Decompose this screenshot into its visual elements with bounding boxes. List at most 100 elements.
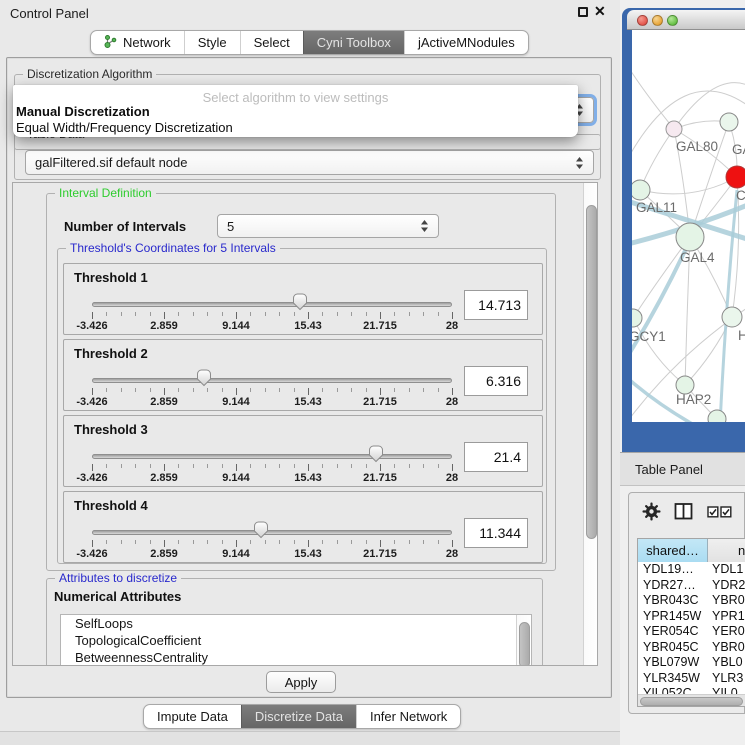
table-horizontal-scrollbar[interactable] <box>638 694 745 706</box>
table-row[interactable]: YDR27…YDR2 <box>638 578 745 594</box>
table-column-header-1[interactable]: shared… <box>638 539 708 562</box>
network-node-GAL80[interactable] <box>666 121 682 137</box>
attributes-group: Attributes to discretize Numerical Attri… <box>46 578 543 666</box>
gear-icon[interactable] <box>642 502 661 526</box>
attribute-item[interactable]: BetweennessCentrality <box>61 649 531 666</box>
tick-mark <box>351 388 352 392</box>
popup-option-manual-discretization[interactable]: Manual Discretization <box>16 104 150 119</box>
attribute-item[interactable]: SelfLoops <box>61 615 531 632</box>
settings-scroll-area: Interval Definition Number of Intervals … <box>12 182 598 666</box>
tick-label: -3.426 <box>76 548 107 560</box>
threshold-slider-handle[interactable] <box>253 521 269 539</box>
tick-mark <box>164 388 165 395</box>
network-node-label: GA <box>732 142 745 157</box>
close-light[interactable] <box>637 15 648 26</box>
tick-mark <box>409 388 410 392</box>
threshold-value-field[interactable]: 11.344 <box>464 518 528 548</box>
apply-button[interactable]: Apply <box>266 671 336 693</box>
network-node-H[interactable] <box>722 307 742 327</box>
table-row[interactable]: YLR345WYLR3 <box>638 671 745 687</box>
network-edge <box>640 177 737 194</box>
threshold-slider-track[interactable] <box>92 302 452 307</box>
attributes-scrollbar[interactable] <box>516 615 531 666</box>
checkbox-icon[interactable] <box>707 505 719 523</box>
table-cell: YBL0 <box>708 655 745 671</box>
tick-label: 28 <box>446 396 458 408</box>
threshold-slider-handle[interactable] <box>368 445 384 463</box>
tick-mark <box>423 388 424 392</box>
tick-mark <box>423 464 424 468</box>
popup-option-equal-width-frequency[interactable]: Equal Width/Frequency Discretization <box>16 120 233 135</box>
tab-discretize-data[interactable]: Discretize Data <box>241 705 356 728</box>
tab-style[interactable]: Style <box>184 31 240 54</box>
network-node-GA[interactable] <box>720 113 738 131</box>
tick-mark <box>150 464 151 468</box>
threshold-slider-handle[interactable] <box>196 369 212 387</box>
slider-ticks: -3.4262.8599.14415.4321.71528 <box>92 540 452 548</box>
float-window-icon[interactable] <box>578 7 588 17</box>
table-horizontal-scrollbar-thumb[interactable] <box>640 697 743 706</box>
threshold-value-field[interactable]: 6.316 <box>464 366 528 396</box>
threshold-slider-track[interactable] <box>92 530 452 535</box>
network-canvas[interactable]: GAL80GACGAL11GAL4GCY1HHAP2 <box>632 30 745 422</box>
tab-jactivemnodules[interactable]: jActiveMNodules <box>404 31 528 54</box>
tab-network[interactable]: Network <box>91 31 184 54</box>
numerical-attributes-list[interactable]: SelfLoopsTopologicalCoefficientBetweenne… <box>60 614 532 666</box>
tab-cyni-toolbox[interactable]: Cyni Toolbox <box>303 31 404 54</box>
network-node-partial[interactable] <box>708 410 726 422</box>
threshold-slider-handle[interactable] <box>292 293 308 311</box>
table-row[interactable]: YPR145WYPR1 <box>638 609 745 625</box>
network-node-label: HAP2 <box>676 392 711 407</box>
network-node-GAL11[interactable] <box>632 180 650 200</box>
network-edge-thick <box>720 190 737 422</box>
tick-mark <box>106 540 107 544</box>
tick-mark <box>351 464 352 468</box>
tick-mark <box>265 312 266 316</box>
attribute-item[interactable]: TopologicalCoefficient <box>61 632 531 649</box>
tick-mark <box>135 312 136 316</box>
network-node-GCY1[interactable] <box>632 309 642 327</box>
table-data-combobox[interactable]: galFiltered.sif default node <box>25 150 594 175</box>
table-row[interactable]: YER054CYER0 <box>638 624 745 640</box>
network-node-C[interactable] <box>726 166 745 188</box>
close-icon[interactable]: ✕ <box>594 3 606 20</box>
threshold-slider-track[interactable] <box>92 454 452 459</box>
tick-mark <box>394 312 395 316</box>
minimize-light[interactable] <box>652 15 663 26</box>
columns-icon[interactable] <box>674 502 693 526</box>
tab-select[interactable]: Select <box>240 31 303 54</box>
table-row[interactable]: YDL19…YDL1 <box>638 562 745 578</box>
table-header-row: shared…name <box>638 539 745 562</box>
table-column-header-2[interactable]: name <box>708 539 745 562</box>
network-node-label: GAL4 <box>680 250 715 265</box>
node-attribute-table[interactable]: shared…name YDL19…YDL1YDR27…YDR2YBR043CY… <box>637 538 745 707</box>
tab-infer-network[interactable]: Infer Network <box>356 705 460 728</box>
tick-mark <box>423 540 424 544</box>
network-node-GAL4[interactable] <box>676 223 704 251</box>
settings-scrollbar[interactable] <box>583 183 598 666</box>
number-of-intervals-spinner[interactable]: 5 <box>217 214 439 238</box>
threshold-slider-track[interactable] <box>92 378 452 383</box>
threshold-value-field[interactable]: 14.713 <box>464 290 528 320</box>
table-row[interactable]: YBR045CYBR0 <box>638 640 745 656</box>
tick-label: 28 <box>446 548 458 560</box>
threshold-box-1: Threshold 1-3.4262.8599.14415.4321.71528… <box>63 263 543 335</box>
network-node-label: GAL11 <box>636 200 677 215</box>
settings-scrollbar-thumb[interactable] <box>586 205 597 539</box>
tick-mark <box>193 540 194 544</box>
attributes-scrollbar-thumb[interactable] <box>519 622 530 666</box>
table-row[interactable]: YBR043CYBR0 <box>638 593 745 609</box>
tick-mark <box>366 312 367 316</box>
network-node-label: GCY1 <box>632 329 666 344</box>
threshold-value-field[interactable]: 21.4 <box>464 442 528 472</box>
table-cell: YPR1 <box>708 609 745 625</box>
network-window-titlebar[interactable] <box>627 10 745 30</box>
table-panel-header: Table Panel <box>620 452 745 486</box>
tab-impute-data[interactable]: Impute Data <box>144 705 241 728</box>
table-row[interactable]: YBL079WYBL0 <box>638 655 745 671</box>
checkbox-icon[interactable] <box>720 505 732 523</box>
network-graph: GAL80GACGAL11GAL4GCY1HHAP2 <box>632 30 745 422</box>
zoom-light[interactable] <box>667 15 678 26</box>
tick-mark <box>394 540 395 544</box>
tick-label: 2.859 <box>150 548 178 560</box>
